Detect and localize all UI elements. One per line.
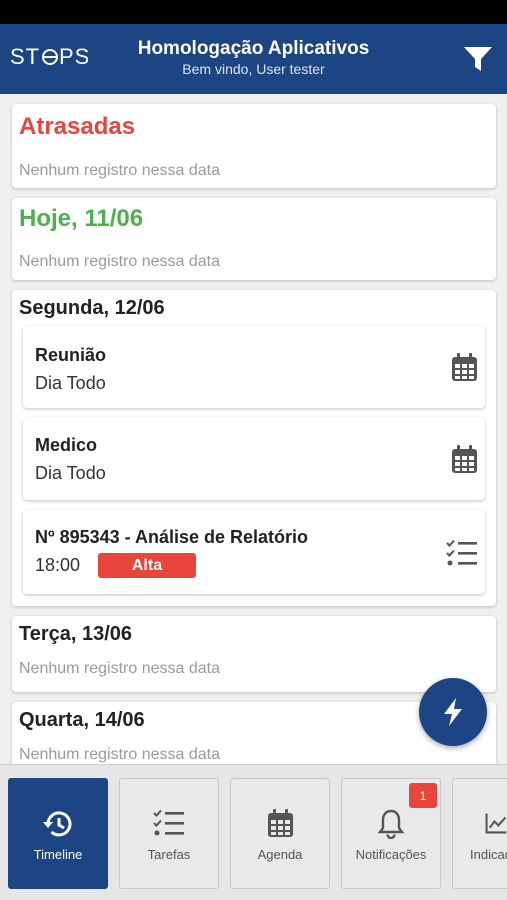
event-item[interactable]: Reunião Dia Todo [23,326,485,408]
section-today-title: Hoje, 11/06 [19,205,144,232]
task-item[interactable]: Nº 895343 - Análise de Relatório 18:00 A… [23,510,485,594]
nav-timeline[interactable]: Timeline [8,778,108,889]
section-today: Hoje, 11/06 Nenhum registro nessa data [12,198,496,280]
calendar-icon [450,352,478,382]
quick-action-button[interactable] [419,678,487,746]
nav-indicadores-label: Indicad [470,847,507,862]
event-item[interactable]: Medico Dia Todo [23,418,485,500]
header-title-block: Homologação Aplicativos Bem vindo, User … [90,38,417,77]
nav-tarefas[interactable]: Tarefas [119,778,219,889]
event-time: Dia Todo [35,373,106,393]
section-tuesday-empty: Nenhum registro nessa data [19,660,220,677]
notification-count-badge: 1 [409,783,437,808]
section-today-empty: Nenhum registro nessa data [19,253,220,270]
lightning-icon [444,698,462,726]
history-icon [9,809,107,839]
timeline-content[interactable]: Atrasadas Nenhum registro nessa data Hoj… [0,94,507,764]
welcome-subtitle: Bem vindo, User tester [182,61,325,77]
nav-timeline-label: Timeline [33,847,83,862]
bell-icon [342,809,440,839]
bottom-navigation: Timeline Tarefas Agenda 1 Notificações I… [0,764,507,900]
calendar-icon [450,444,478,474]
section-monday: Segunda, 12/06 Reunião Dia Todo Medico D… [12,290,496,606]
section-tuesday-title: Terça, 13/06 [19,623,133,645]
filter-icon [464,47,492,71]
app-logo: ST PS [10,44,89,76]
event-time: Dia Todo [35,463,106,483]
section-tuesday: Terça, 13/06 Nenhum registro nessa data [12,616,496,692]
priority-badge: Alta [98,553,196,578]
section-wednesday-title: Quarta, 14/06 [19,709,145,731]
status-bar [0,0,507,24]
nav-agenda[interactable]: Agenda [230,778,330,889]
nav-notificacoes-label: Notificações [355,847,427,862]
event-title: Medico [35,435,98,455]
filter-button[interactable] [461,44,495,74]
section-late-title: Atrasadas [19,113,136,140]
app-header: ST PS Homologação Aplicativos Bem vindo,… [0,24,507,94]
nav-tarefas-label: Tarefas [147,847,191,862]
section-late: Atrasadas Nenhum registro nessa data [12,104,496,188]
nav-indicadores[interactable]: Indicad [452,778,507,889]
chart-icon [453,809,507,839]
task-list-icon [446,538,478,568]
svg-text:ST: ST [10,45,40,69]
nav-notificacoes[interactable]: 1 Notificações [341,778,441,889]
page-title: Homologação Aplicativos [137,38,370,59]
task-title: Nº 895343 - Análise de Relatório [35,527,309,547]
section-monday-title: Segunda, 12/06 [19,297,165,319]
section-late-empty: Nenhum registro nessa data [19,162,220,179]
svg-text:PS: PS [59,45,88,69]
calendar-icon [231,809,329,839]
event-title: Reunião [35,345,107,365]
nav-agenda-label: Agenda [257,847,303,862]
task-time: 18:00 [35,555,81,575]
task-list-icon [120,809,218,839]
section-wednesday-empty: Nenhum registro nessa data [19,746,220,763]
